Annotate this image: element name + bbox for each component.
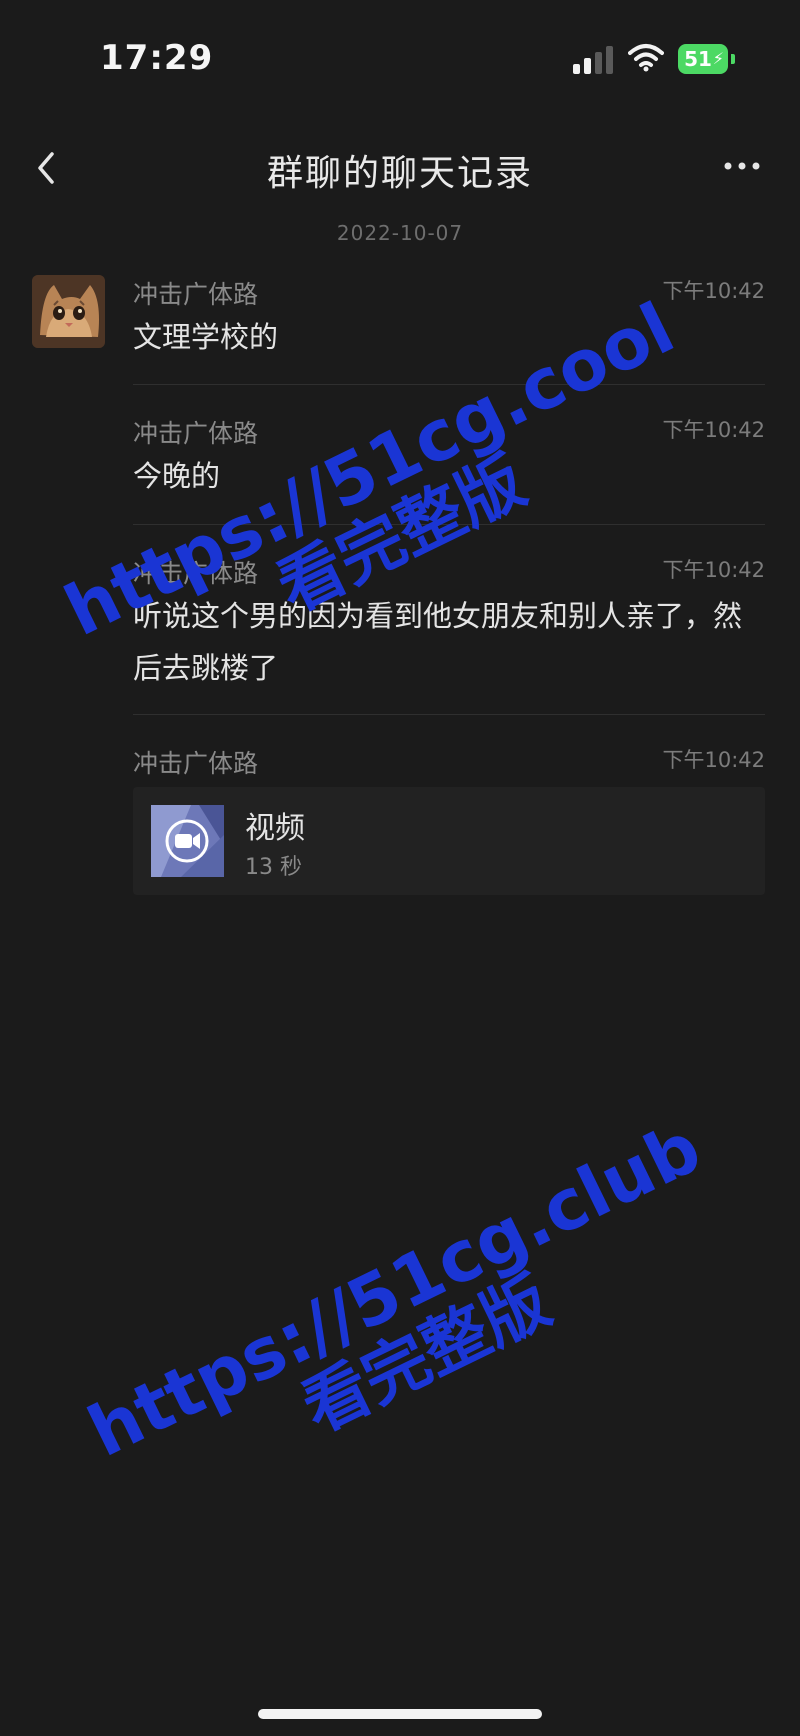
home-indicator[interactable] (258, 1709, 542, 1719)
video-camera-icon (151, 805, 224, 877)
message-text: 听说这个男的因为看到他女朋友和别人亲了，然后去跳楼了 (133, 599, 743, 685)
nav-bar: 群聊的聊天记录 (0, 120, 800, 216)
date-divider: 2022-10-07 (336, 221, 464, 245)
cat-avatar-icon (32, 275, 105, 348)
divider (133, 384, 765, 385)
sender-name: 冲击广体路 (133, 749, 259, 778)
sender-name: 冲击广体路 (133, 559, 259, 588)
battery-cap (731, 54, 735, 64)
watermark-text: 看完整版 (290, 1261, 562, 1447)
video-attachment[interactable]: 视频 13 秒 (133, 787, 765, 895)
video-duration: 13 秒 (245, 855, 302, 880)
video-title: 视频 (245, 811, 305, 846)
page-title: 群聊的聊天记录 (266, 153, 533, 194)
message-time: 下午10:42 (662, 558, 765, 582)
ellipsis-icon (724, 162, 760, 170)
cellular-signal-icon (573, 44, 615, 74)
message-text: 今晚的 (133, 459, 221, 493)
watermark-url: https://51cg.club (75, 1106, 713, 1474)
more-button[interactable] (720, 146, 768, 186)
avatar[interactable] (32, 275, 105, 348)
message-time: 下午10:42 (662, 418, 765, 442)
status-time: 17:29 (100, 38, 214, 78)
watermark: https://51cg.club 看完整版 (64, 1104, 756, 1539)
message-time: 下午10:42 (662, 279, 765, 303)
message-time: 下午10:42 (662, 748, 765, 772)
battery-icon: 51 ⚡ (678, 44, 728, 74)
divider (133, 714, 765, 715)
charging-bolt-icon: ⚡ (712, 49, 724, 68)
message-text: 文理学校的 (133, 320, 279, 354)
wifi-icon (628, 44, 664, 72)
sender-name: 冲击广体路 (133, 419, 259, 448)
video-thumbnail (151, 805, 224, 877)
status-bar: 17:29 51 ⚡ (0, 0, 800, 110)
divider (133, 524, 765, 525)
sender-name: 冲击广体路 (133, 280, 259, 309)
